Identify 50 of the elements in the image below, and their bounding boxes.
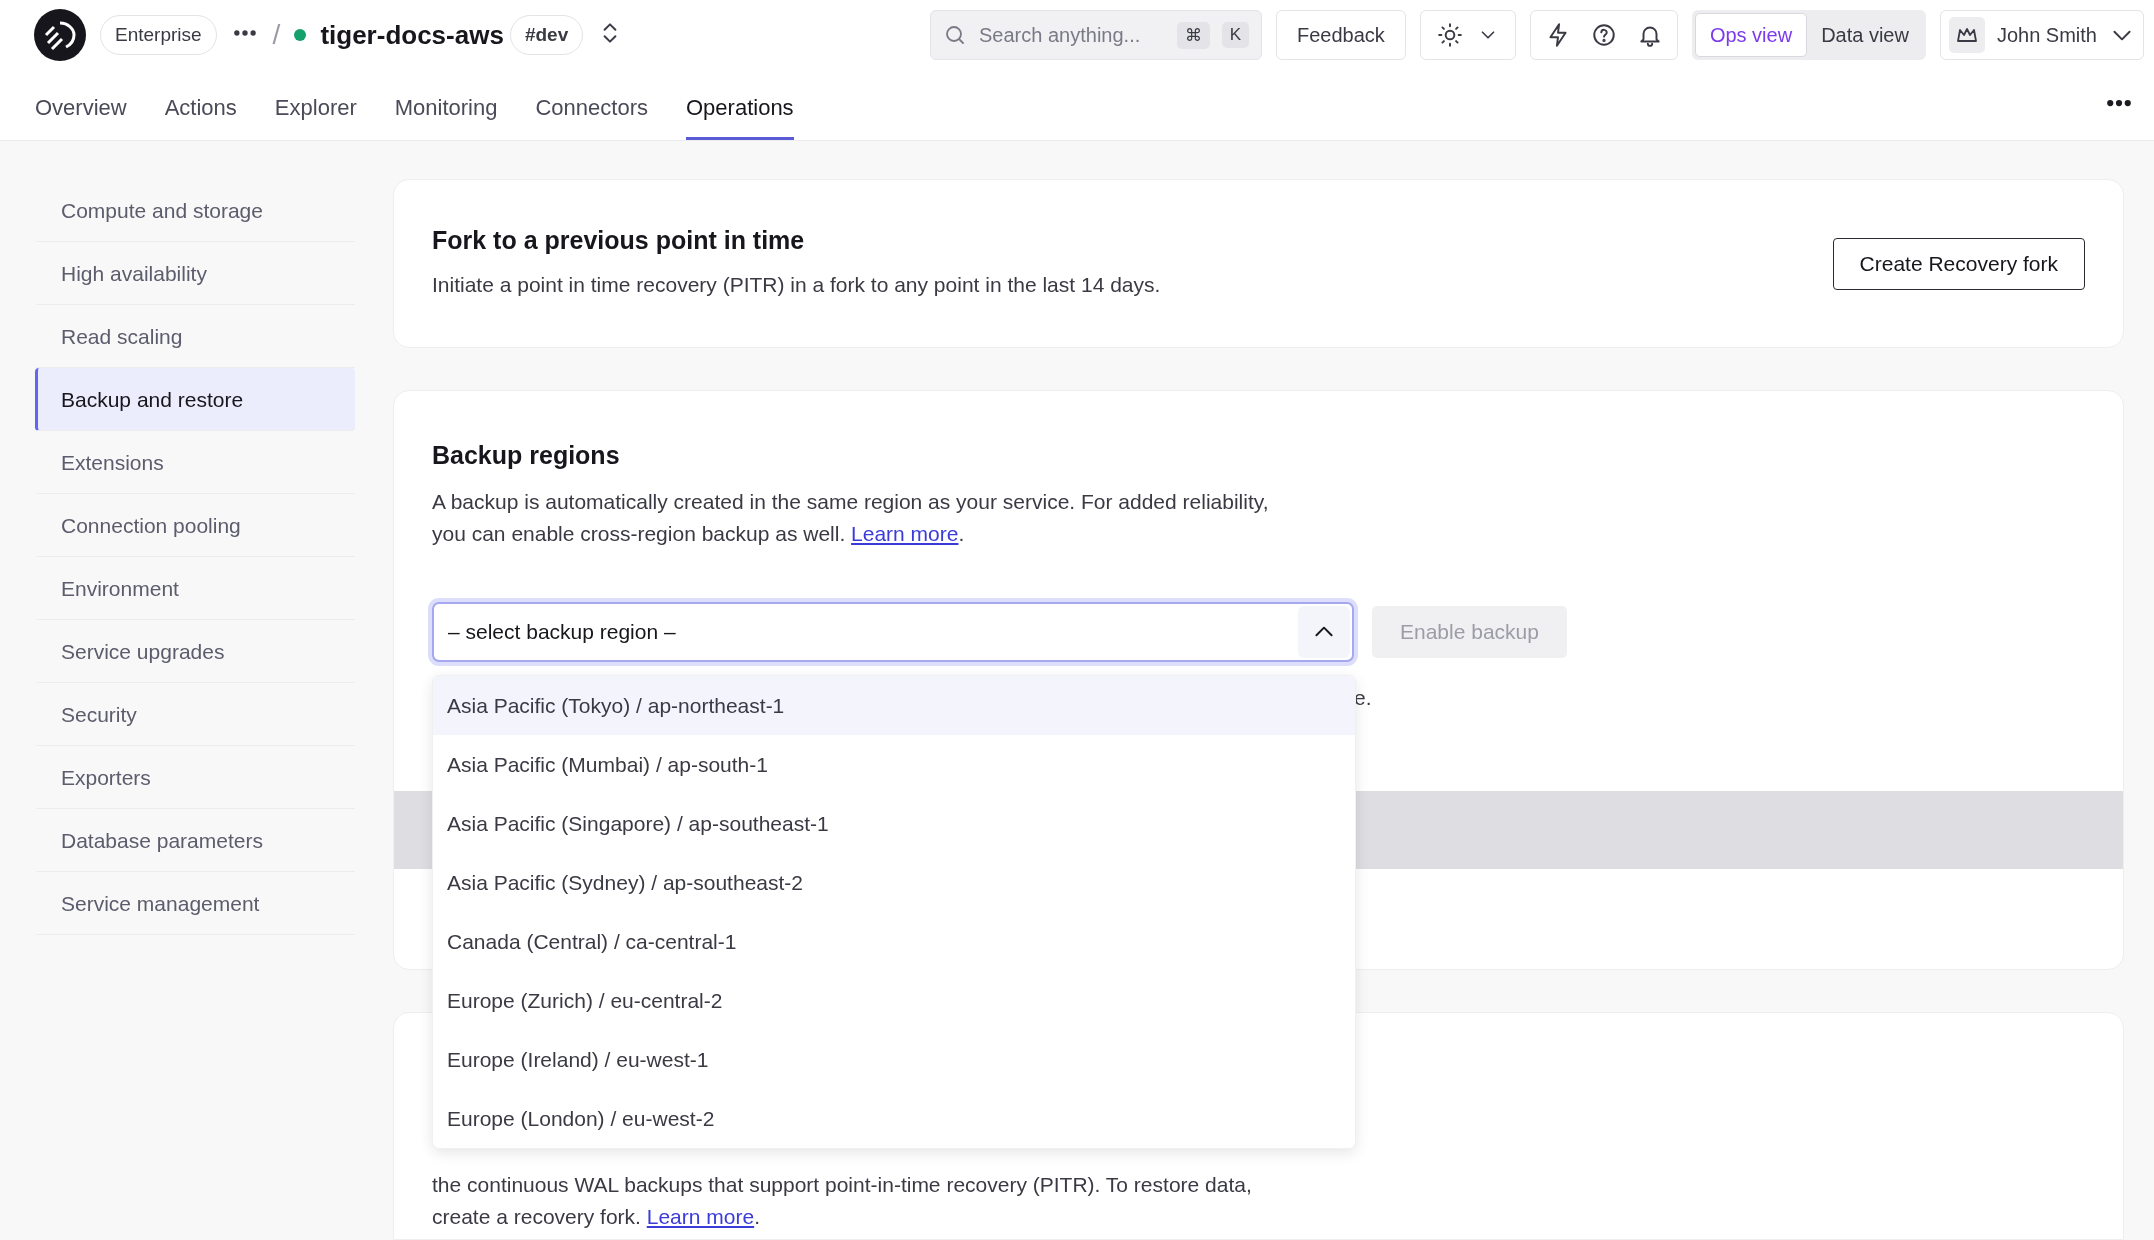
card-description: the continuous WAL backups that support point-in-time recovery (PITR). To restore data, create a recovery fork. Learn more. <box>432 1172 1253 1230</box>
nav-tab[interactable]: Actions <box>164 95 237 140</box>
sidebar-item[interactable]: Service management <box>35 872 355 935</box>
dropdown-option[interactable]: Asia Pacific (Sydney) / ap-southeast-2 <box>433 853 1355 912</box>
breadcrumb-separator: / <box>272 19 281 51</box>
sidebar-item[interactable]: Extensions <box>35 431 355 494</box>
organization-badge[interactable]: Enterprise <box>100 15 217 55</box>
sidebar-item[interactable]: Service upgrades <box>35 620 355 683</box>
dropdown-option[interactable]: Asia Pacific (Mumbai) / ap-south-1 <box>433 735 1355 794</box>
nav-tab[interactable]: Explorer <box>274 95 357 140</box>
view-toggle[interactable]: Data view <box>1807 13 1923 57</box>
sidebar-item[interactable]: Compute and storage <box>35 179 355 242</box>
sidebar-item[interactable]: Environment <box>35 557 355 620</box>
card-description: Initiate a point in time recovery (PITR) in a fork to any point in the last 14 days. <box>432 272 1162 298</box>
sidebar-item[interactable]: Exporters <box>35 746 355 809</box>
help-icon[interactable] <box>1590 22 1617 48</box>
dropdown-option[interactable]: Canada (Central) / ca-central-1 <box>433 912 1355 971</box>
sidebar-item[interactable]: Security <box>35 683 355 746</box>
sun-icon <box>1436 22 1463 48</box>
card-title: Backup regions <box>432 441 621 470</box>
environment-tag: #dev <box>509 15 584 55</box>
nav-tab[interactable]: Operations <box>686 95 794 140</box>
sidebar-item[interactable]: High availability <box>35 242 355 305</box>
view-toggle[interactable]: Ops view <box>1694 13 1808 57</box>
dropdown-option[interactable]: Europe (Ireland) / eu-west-1 <box>433 1030 1355 1089</box>
dropdown-option[interactable]: Europe (Zurich) / eu-central-2 <box>433 971 1355 1030</box>
search-placeholder: Search anything... <box>979 23 1142 47</box>
nav-tab[interactable]: Monitoring <box>394 95 498 140</box>
service-name[interactable]: tiger-docs-aws <box>320 19 504 51</box>
sidebar-item[interactable]: Backup and restore <box>35 368 355 431</box>
sidebar-item[interactable]: Connection pooling <box>35 494 355 557</box>
dropdown-option[interactable]: Asia Pacific (Tokyo) / ap-northeast-1 <box>433 676 1355 735</box>
sidebar-item[interactable]: Database parameters <box>35 809 355 872</box>
feedback-button[interactable]: Feedback <box>1276 10 1406 60</box>
card-title: Fork to a previous point in time <box>432 226 806 255</box>
dropdown-option[interactable]: Asia Pacific (Singapore) / ap-southeast-1 <box>433 794 1355 853</box>
nav-tab[interactable]: Connectors <box>535 95 648 140</box>
create-fork-button[interactable]: Create Recovery fork <box>1832 237 2085 290</box>
logo-icon[interactable] <box>34 9 86 61</box>
search-field[interactable]: Search anything... ⌘ K <box>930 10 1263 60</box>
theme-button[interactable] <box>1419 10 1516 60</box>
shortcut-key: ⌘ <box>1176 21 1210 49</box>
user-menu[interactable]: John Smith <box>1939 10 2144 60</box>
learn-more-link[interactable]: Learn more <box>851 522 959 545</box>
nav-tab[interactable]: Overview <box>35 95 127 140</box>
shortcut-key: K <box>1221 22 1250 48</box>
learn-more-link[interactable]: Learn more <box>646 1205 755 1228</box>
status-dot <box>294 29 307 41</box>
card-description: A backup is automatically created in the same region as your service. For added reliability, you can enable cross-region backup as well. Learn more. <box>432 489 1270 547</box>
dropdown-option[interactable]: Europe (London) / eu-west-2 <box>433 1089 1355 1148</box>
